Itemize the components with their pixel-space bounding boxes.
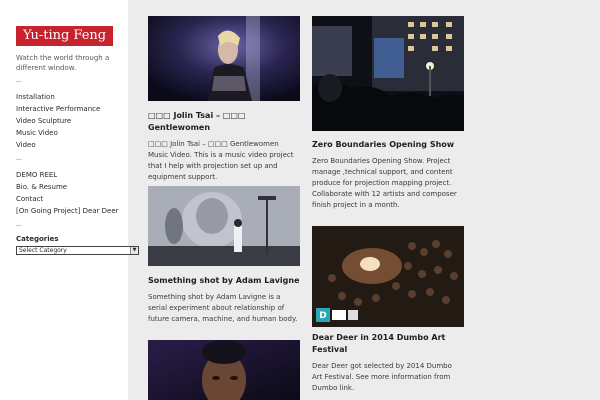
nav-item-contact[interactable]: Contact [16, 193, 128, 205]
site-tagline: Watch the world through a different wind… [16, 54, 110, 72]
sidebar: Yu-ting Feng Watch the world through a d… [0, 0, 139, 400]
svg-text:D: D [319, 311, 326, 321]
nav-item-dear-deer[interactable]: [On Going Project] Dear Deer [16, 205, 128, 217]
primary-nav: Installation Interactive Performance Vid… [16, 91, 128, 151]
site-title-link[interactable]: Yu-ting Feng [16, 26, 114, 46]
categories-title: Categories [16, 235, 59, 243]
post-excerpt: Dear Deer got selected by 2014 Dumbo Art… [312, 362, 452, 392]
post-title[interactable]: □□□ Jolin Tsai – □□□ Gentlewomen [148, 110, 300, 134]
nav-item-music-video[interactable]: Music Video [16, 127, 128, 139]
post-card [148, 340, 300, 400]
post-excerpt: Something shot by Adam Lavigne is a seri… [148, 293, 298, 323]
nav-item-bio-resume[interactable]: Bio. & Resume [16, 181, 128, 193]
divider [16, 81, 22, 82]
secondary-nav: DEMO REEL Bio. & Resume Contact [On Goin… [16, 169, 128, 217]
category-select[interactable]: Select Category ▼ [16, 246, 139, 255]
nav-item-video-sculpture[interactable]: Video Sculpture [16, 115, 128, 127]
category-select-value: Select Category [19, 247, 67, 254]
chevron-down-icon: ▼ [130, 247, 138, 254]
nav-item-interactive-performance[interactable]: Interactive Performance [16, 103, 128, 115]
nav-item-video[interactable]: Video [16, 139, 128, 151]
post-title[interactable]: Zero Boundaries Opening Show [312, 139, 464, 151]
post-card: Something shot by Adam Lavigne Something… [148, 186, 300, 325]
post-card: □□□ Jolin Tsai – □□□ Gentlewomen □□□ Jol… [148, 16, 300, 183]
post-thumbnail[interactable] [148, 340, 300, 400]
post-thumbnail[interactable] [148, 186, 300, 266]
post-title[interactable]: Something shot by Adam Lavigne [148, 275, 300, 287]
nav-item-installation[interactable]: Installation [16, 91, 128, 103]
divider [16, 225, 22, 226]
post-card: D Dear Deer in 2014 Dumbo Art Festival D… [312, 226, 464, 394]
nav-item-demo-reel[interactable]: DEMO REEL [16, 169, 128, 181]
post-excerpt: □□□ Jolin Tsai – □□□ Gentlewomen Music V… [148, 140, 294, 181]
post-thumbnail[interactable]: D [312, 226, 464, 327]
post-card: Zero Boundaries Opening Show Zero Bounda… [312, 16, 464, 211]
post-title[interactable]: Dear Deer in 2014 Dumbo Art Festival [312, 332, 464, 356]
divider [16, 159, 22, 160]
post-thumbnail[interactable] [312, 16, 464, 131]
post-thumbnail[interactable] [148, 16, 300, 101]
post-excerpt: Zero Boundaries Opening Show. Project ma… [312, 157, 457, 209]
